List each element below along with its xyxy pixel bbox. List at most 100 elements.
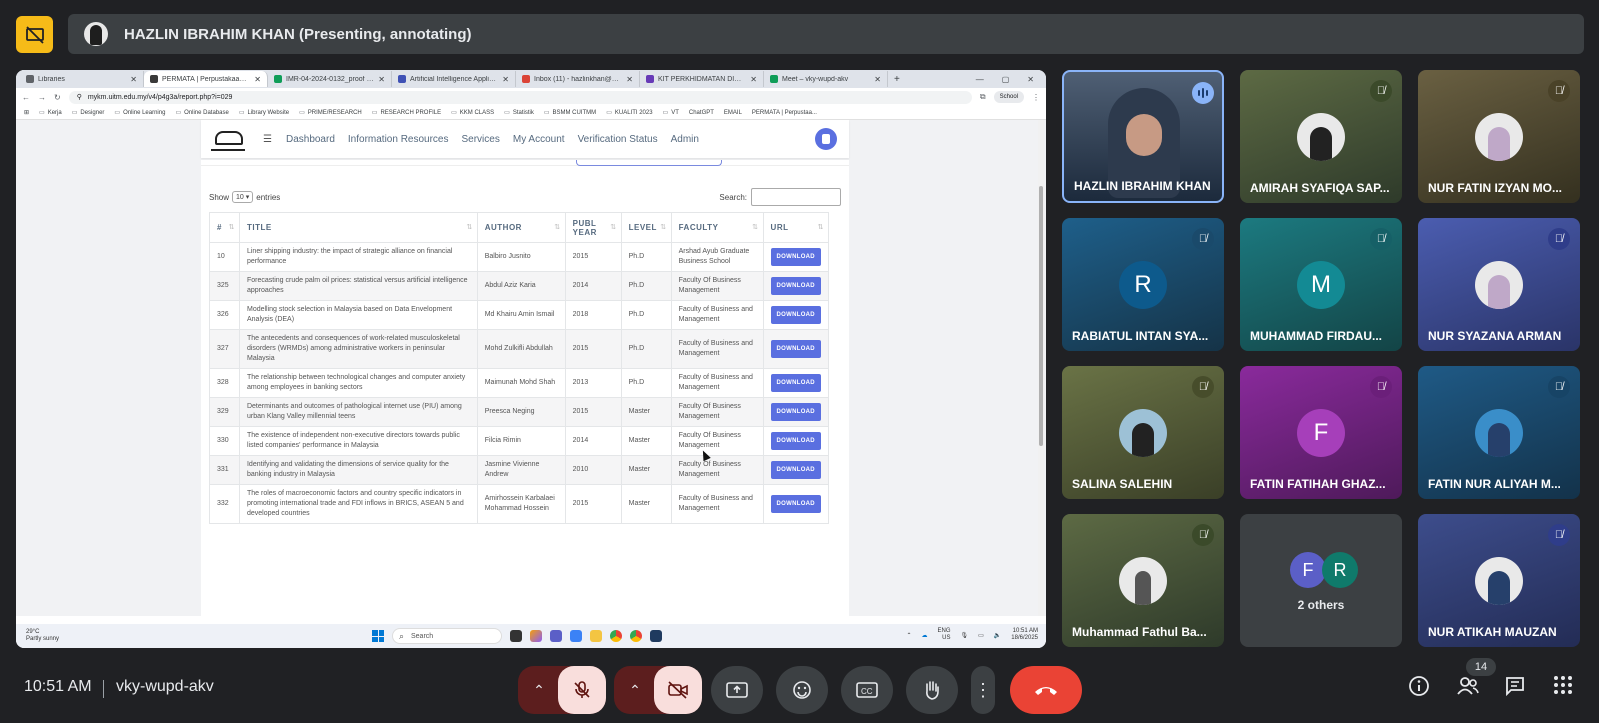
menu-icon[interactable]: ⋮ bbox=[1032, 93, 1040, 102]
download-button[interactable]: DOWNLOAD bbox=[770, 403, 821, 421]
file-explorer-icon[interactable] bbox=[590, 630, 602, 642]
bookmark-item[interactable]: Kerja bbox=[39, 109, 62, 116]
participant-tile[interactable]: 🎙̸ F FATIN FATIHAH GHAZ... bbox=[1240, 366, 1402, 499]
volume-icon[interactable]: 🔈 bbox=[994, 632, 1001, 639]
windows-start-icon[interactable] bbox=[372, 630, 384, 642]
close-icon[interactable]: ✕ bbox=[130, 75, 137, 84]
page-scrollbar[interactable] bbox=[1038, 120, 1044, 616]
profile-button[interactable]: School bbox=[993, 91, 1024, 103]
close-icon[interactable]: ✕ bbox=[626, 75, 633, 84]
col-header-year[interactable]: PUBL YEAR bbox=[564, 212, 622, 243]
browser-tab[interactable]: Artificial Intelligence Applied to ✕ bbox=[392, 71, 516, 87]
minimize-icon[interactable]: — bbox=[976, 75, 984, 84]
bookmark-item[interactable]: KKM CLASS bbox=[451, 109, 494, 116]
taskbar-clock[interactable]: 10:51 AM 18/6/2025 bbox=[1011, 628, 1038, 642]
close-icon[interactable]: ✕ bbox=[254, 75, 261, 84]
site-logo[interactable] bbox=[211, 127, 245, 151]
chat-icon[interactable] bbox=[1504, 675, 1526, 702]
nav-verification-status[interactable]: Verification Status bbox=[578, 134, 658, 145]
store-icon[interactable] bbox=[570, 630, 582, 642]
browser-tab[interactable]: KIT PERKHIDMATAN DIGITAL P ✕ bbox=[640, 71, 764, 87]
bookmark-item[interactable]: RESEARCH PROFILE bbox=[372, 109, 441, 116]
col-header-faculty[interactable]: FACULTY bbox=[670, 212, 764, 243]
participant-tile-presenter[interactable]: HAZLIN IBRAHIM KHAN bbox=[1062, 70, 1224, 203]
browser-tab[interactable]: PERMATA | Perpustakaan Tun A ✕ bbox=[144, 71, 268, 87]
browser-tab[interactable]: Meet – vky-wupd-akv ✕ bbox=[764, 71, 888, 87]
present-screen-button[interactable] bbox=[711, 666, 763, 714]
onedrive-icon[interactable]: ☁ bbox=[922, 632, 928, 639]
apps-icon[interactable]: ⊞ bbox=[24, 109, 29, 116]
video-options-chevron-icon[interactable]: ⌃ bbox=[618, 670, 652, 710]
site-info-icon[interactable]: ⚲ bbox=[77, 93, 82, 101]
taskbar-search[interactable]: Search bbox=[392, 628, 502, 644]
mic-tray-icon[interactable]: 🎙 bbox=[961, 632, 969, 639]
chrome-icon[interactable] bbox=[610, 630, 622, 642]
address-bar[interactable]: ⚲ mykm.uitm.edu.my/v4/p4g3a/report.php?i… bbox=[68, 90, 972, 104]
raise-hand-button[interactable] bbox=[906, 666, 958, 714]
camera-toggle-button[interactable] bbox=[654, 666, 702, 714]
meeting-details-icon[interactable] bbox=[1408, 675, 1430, 702]
forward-icon[interactable]: → bbox=[38, 93, 46, 102]
participant-tile[interactable]: 🎙̸ SALINA SALEHIN bbox=[1062, 366, 1224, 499]
bookmark-item[interactable]: Online Database bbox=[175, 109, 229, 116]
download-button[interactable]: DOWNLOAD bbox=[770, 277, 821, 295]
new-tab-icon[interactable]: + bbox=[894, 74, 900, 85]
download-button[interactable]: DOWNLOAD bbox=[770, 495, 821, 513]
close-icon[interactable]: ✕ bbox=[874, 75, 881, 84]
bookmark-item[interactable]: KUALITI 2023 bbox=[606, 109, 653, 116]
col-header-url[interactable]: URL bbox=[762, 212, 830, 243]
participant-tile-others[interactable]: F R 2 others bbox=[1240, 514, 1402, 647]
task-view-icon[interactable] bbox=[510, 630, 522, 642]
close-icon[interactable]: ✕ bbox=[378, 75, 385, 84]
bookmark-item[interactable]: VT bbox=[663, 109, 679, 116]
bookmark-item[interactable]: Designer bbox=[72, 109, 104, 116]
bookmark-item[interactable]: PERMATA | Perpustaa... bbox=[752, 110, 817, 116]
stop-presenting-icon[interactable] bbox=[16, 16, 53, 53]
bookmark-item[interactable]: EMAIL bbox=[724, 110, 742, 116]
col-header-author[interactable]: AUTHOR bbox=[476, 212, 566, 243]
download-button[interactable]: DOWNLOAD bbox=[770, 461, 821, 479]
activities-grid-icon[interactable] bbox=[1553, 675, 1573, 700]
bookmark-item[interactable]: Online Learning bbox=[114, 109, 165, 116]
more-options-icon[interactable]: ⋮ bbox=[971, 666, 995, 714]
user-account-icon[interactable] bbox=[815, 128, 837, 150]
bookmark-item[interactable]: PRIME/RESEARCH bbox=[299, 109, 362, 116]
participant-tile[interactable]: 🎙̸ Muhammad Fathul Ba... bbox=[1062, 514, 1224, 647]
col-header-title[interactable]: TITLE bbox=[238, 212, 478, 243]
nav-my-account[interactable]: My Account bbox=[513, 134, 565, 145]
extensions-icon[interactable]: ⧉ bbox=[980, 92, 986, 102]
col-header-level[interactable]: LEVEL bbox=[620, 212, 672, 243]
bookmark-item[interactable]: BSMM CUITMM bbox=[544, 109, 597, 116]
nav-dashboard[interactable]: Dashboard bbox=[286, 134, 335, 145]
copilot-icon[interactable] bbox=[530, 630, 542, 642]
participant-tile[interactable]: 🎙̸ M MUHAMMAD FIRDAU... bbox=[1240, 218, 1402, 351]
chrome-icon[interactable] bbox=[630, 630, 642, 642]
participant-tile[interactable]: 🎙̸ R RABIATUL INTAN SYA... bbox=[1062, 218, 1224, 351]
menu-toggle-icon[interactable]: ☰ bbox=[263, 134, 272, 145]
leave-call-button[interactable] bbox=[1010, 666, 1082, 714]
mic-toggle-button[interactable] bbox=[558, 666, 606, 714]
participant-tile[interactable]: 🎙̸ AMIRAH SYAFIQA SAP... bbox=[1240, 70, 1402, 203]
col-header-num[interactable]: # bbox=[209, 212, 240, 243]
reactions-button[interactable] bbox=[776, 666, 828, 714]
nav-information-resources[interactable]: Information Resources bbox=[348, 134, 449, 145]
tray-chevron-icon[interactable]: ⌃ bbox=[906, 632, 911, 639]
entries-select[interactable]: 10 ▾ bbox=[232, 191, 254, 203]
terminal-icon[interactable] bbox=[650, 630, 662, 642]
scroll-thumb[interactable] bbox=[1039, 186, 1043, 446]
bookmark-item[interactable]: ChatGPT bbox=[689, 110, 714, 116]
participant-tile[interactable]: 🎙̸ NUR ATIKAH MAUZAN bbox=[1418, 514, 1580, 647]
people-icon[interactable] bbox=[1456, 675, 1480, 702]
browser-tab[interactable]: IMR-04-2024-0132_proof 1-40 ✕ bbox=[268, 71, 392, 87]
maximize-icon[interactable]: ▢ bbox=[1002, 75, 1010, 84]
search-input[interactable] bbox=[751, 188, 841, 206]
browser-tab[interactable]: Libraries ✕ bbox=[20, 71, 144, 87]
download-button[interactable]: DOWNLOAD bbox=[770, 432, 821, 450]
weather-widget[interactable]: 29°C Partly sunny bbox=[26, 629, 59, 643]
active-card-tab[interactable] bbox=[576, 160, 722, 166]
bookmark-item[interactable]: Statistik bbox=[504, 109, 534, 116]
captions-button[interactable]: CC bbox=[841, 666, 893, 714]
nav-admin[interactable]: Admin bbox=[671, 134, 699, 145]
download-button[interactable]: DOWNLOAD bbox=[770, 340, 821, 358]
network-icon[interactable]: ▭ bbox=[978, 632, 984, 639]
